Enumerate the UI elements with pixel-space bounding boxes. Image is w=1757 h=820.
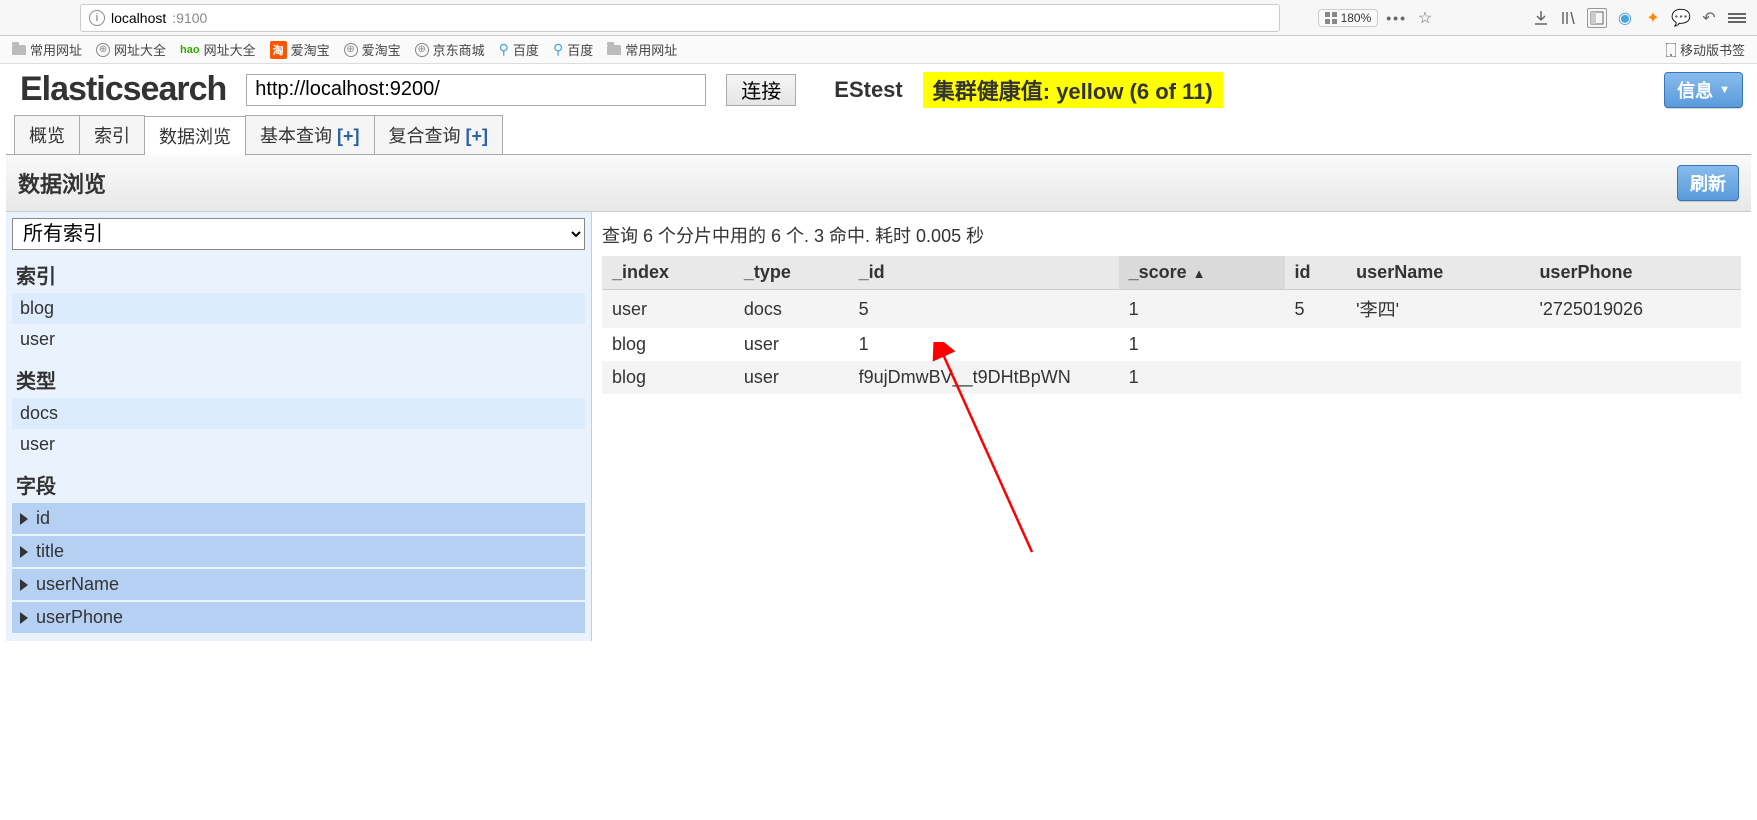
list-item[interactable]: docs <box>12 398 585 429</box>
section-types-header: 类型 <box>12 355 585 398</box>
extension-icon-4[interactable]: ↶ <box>1699 8 1719 28</box>
col-userphone[interactable]: userPhone <box>1529 256 1741 290</box>
tab-basic-query[interactable]: 基本查询 [+] <box>245 115 375 154</box>
types-list: docs user <box>12 398 585 460</box>
caret-down-icon: ▼ <box>1719 84 1730 96</box>
left-panel: 所有索引 索引 blog user 类型 docs user 字段 id tit… <box>6 212 592 641</box>
bookmark-item[interactable]: 常用网址 <box>607 40 677 59</box>
chevron-right-icon <box>20 612 28 624</box>
globe-icon: ⊕ <box>96 43 110 57</box>
connect-button[interactable]: 连接 <box>726 74 796 106</box>
section-fields-header: 字段 <box>12 460 585 503</box>
fields-list: id title userName userPhone <box>12 503 585 633</box>
cluster-health: 集群健康值: yellow (6 of 11) <box>923 72 1223 108</box>
paw-icon: ⚲ <box>553 41 563 58</box>
mobile-bookmarks[interactable]: 移动版书签 <box>1666 40 1745 59</box>
zoom-value: 180% <box>1341 11 1372 25</box>
tab-compound-query[interactable]: 复合查询 [+] <box>374 115 504 154</box>
list-item[interactable]: user <box>12 324 585 355</box>
toolbar-right: 180% ••• ☆ ◉ ✦ 💬 ↶ <box>1318 8 1747 28</box>
app-title: Elasticsearch <box>20 70 226 109</box>
sort-asc-icon: ▲ <box>1193 266 1206 281</box>
list-item[interactable]: userName <box>12 569 585 600</box>
page-title: 数据浏览 <box>18 167 106 199</box>
col-score[interactable]: _score▲ <box>1119 256 1285 290</box>
bookmark-item[interactable]: hao网址大全 <box>180 40 256 59</box>
list-item[interactable]: blog <box>12 293 585 324</box>
table-row[interactable]: blog user f9ujDmwBV__t9DHtBpWN 1 <box>602 361 1741 394</box>
grid-icon <box>1325 12 1337 24</box>
bookmark-item[interactable]: ⚲百度 <box>499 40 539 59</box>
info-menu: 信息▼ <box>1664 72 1743 108</box>
refresh-button[interactable]: 刷新 <box>1677 165 1739 201</box>
info-button[interactable]: 信息▼ <box>1664 72 1743 108</box>
col-id-field[interactable]: id <box>1285 256 1347 290</box>
url-host: localhost <box>111 10 166 26</box>
col-username[interactable]: userName <box>1346 256 1529 290</box>
connection-url-input[interactable] <box>246 74 706 106</box>
col-id[interactable]: _id <box>849 256 1119 290</box>
chevron-right-icon <box>20 513 28 525</box>
bookmark-star-icon[interactable]: ☆ <box>1415 8 1435 28</box>
index-select[interactable]: 所有索引 <box>12 218 585 250</box>
right-panel: 查询 6 个分片中用的 6 个. 3 命中. 耗时 0.005 秒 _index… <box>592 212 1751 400</box>
results-table: _index _type _id _score▲ id userName use… <box>602 256 1741 394</box>
cluster-name: EStest <box>834 77 902 103</box>
list-item[interactable]: id <box>12 503 585 534</box>
bookmark-item[interactable]: ⊕京东商城 <box>415 40 485 59</box>
folder-icon <box>12 45 26 55</box>
chevron-right-icon <box>20 546 28 558</box>
bookmark-item[interactable]: 淘爱淘宝 <box>270 40 330 59</box>
subheader: 数据浏览 刷新 <box>6 155 1751 212</box>
extension-icon-1[interactable]: ◉ <box>1615 8 1635 28</box>
zoom-badge[interactable]: 180% <box>1318 9 1379 27</box>
bookmarks-left: 常用网址 ⊕网址大全 hao网址大全 淘爱淘宝 ⊕爱淘宝 ⊕京东商城 ⚲百度 ⚲… <box>12 40 677 59</box>
tab-overview[interactable]: 概览 <box>14 115 80 154</box>
col-type[interactable]: _type <box>734 256 849 290</box>
col-index[interactable]: _index <box>602 256 734 290</box>
app: Elasticsearch 连接 EStest 集群健康值: yellow (6… <box>0 64 1757 641</box>
table-header-row: _index _type _id _score▲ id userName use… <box>602 256 1741 290</box>
folder-icon <box>607 45 621 55</box>
table-row[interactable]: user docs 5 1 5 '李四' '2725019026 <box>602 290 1741 329</box>
list-item[interactable]: user <box>12 429 585 460</box>
list-item[interactable]: userPhone <box>12 602 585 633</box>
bookmark-item[interactable]: ⊕爱淘宝 <box>344 40 401 59</box>
table-row[interactable]: blog user 1 1 <box>602 328 1741 361</box>
extension-icon-2[interactable]: ✦ <box>1643 8 1663 28</box>
bookmark-item[interactable]: ⚲百度 <box>553 40 593 59</box>
download-icon[interactable] <box>1531 8 1551 28</box>
tab-browser[interactable]: 数据浏览 <box>144 116 246 155</box>
paw-icon: ⚲ <box>499 41 509 58</box>
address-bar[interactable]: i localhost :9100 <box>80 4 1280 32</box>
list-item[interactable]: title <box>12 536 585 567</box>
tao-icon: 淘 <box>270 41 287 59</box>
phone-icon <box>1666 43 1676 57</box>
site-info-icon[interactable]: i <box>89 10 105 26</box>
indices-list: blog user <box>12 293 585 355</box>
hao-icon: hao <box>180 44 200 56</box>
tabs: 概览 索引 数据浏览 基本查询 [+] 复合查询 [+] <box>6 115 1751 155</box>
bookmarks-bar: 常用网址 ⊕网址大全 hao网址大全 淘爱淘宝 ⊕爱淘宝 ⊕京东商城 ⚲百度 ⚲… <box>0 36 1757 64</box>
chevron-right-icon <box>20 579 28 591</box>
bookmark-item[interactable]: 常用网址 <box>12 40 82 59</box>
browser-toolbar: i localhost :9100 180% ••• ☆ ◉ ✦ 💬 ↶ <box>0 0 1757 36</box>
body: 所有索引 索引 blog user 类型 docs user 字段 id tit… <box>6 212 1751 641</box>
library-icon[interactable] <box>1559 8 1579 28</box>
extension-icon-3[interactable]: 💬 <box>1671 8 1691 28</box>
menu-icon[interactable] <box>1727 8 1747 28</box>
globe-icon: ⊕ <box>415 43 429 57</box>
bookmark-item[interactable]: ⊕网址大全 <box>96 40 166 59</box>
section-indices-header: 索引 <box>12 250 585 293</box>
tab-indices[interactable]: 索引 <box>79 115 145 154</box>
query-summary: 查询 6 个分片中用的 6 个. 3 命中. 耗时 0.005 秒 <box>602 218 1741 256</box>
sidebar-icon[interactable] <box>1587 8 1607 28</box>
globe-icon: ⊕ <box>344 43 358 57</box>
page-actions-icon[interactable]: ••• <box>1386 10 1407 26</box>
url-port: :9100 <box>172 10 207 26</box>
app-header: Elasticsearch 连接 EStest 集群健康值: yellow (6… <box>6 64 1751 115</box>
